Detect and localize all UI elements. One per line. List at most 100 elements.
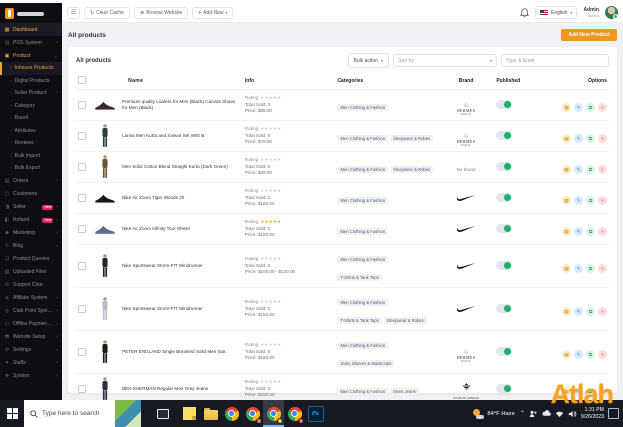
edit-button[interactable]: ✎ <box>574 134 583 143</box>
delete-button[interactable]: × <box>598 227 607 236</box>
tray-chevron-up-icon[interactable]: ⌃ <box>520 411 525 417</box>
published-toggle[interactable] <box>496 193 513 202</box>
barcode-button[interactable]: ▦ <box>562 264 571 273</box>
sidebar-item-seller-product[interactable]: - Seller Product › <box>0 87 62 100</box>
published-toggle[interactable] <box>496 100 513 109</box>
avatar[interactable] <box>605 6 618 19</box>
barcode-button[interactable]: ▦ <box>562 227 571 236</box>
delete-button[interactable]: × <box>598 196 607 205</box>
sidebar-item-product[interactable]: ▣ Product ⌄ <box>0 49 62 62</box>
taskbar-search[interactable]: Type here to search <box>24 400 141 427</box>
people-icon[interactable] <box>529 409 538 418</box>
barcode-button[interactable]: ▦ <box>562 307 571 316</box>
sidebar-item-uploaded-files[interactable]: ▨ Uploaded Files <box>0 266 62 279</box>
delete-button[interactable]: × <box>598 134 607 143</box>
browse-website-button[interactable]: ⊕ Browse Website <box>134 6 189 19</box>
sidebar-item-website-setup[interactable]: ⬒ Website Setup › <box>0 331 62 344</box>
chrome-alert-icon[interactable]: A <box>284 400 305 427</box>
edit-button[interactable]: ✎ <box>574 103 583 112</box>
edit-button[interactable]: ✎ <box>574 196 583 205</box>
edit-button[interactable]: ✎ <box>574 307 583 316</box>
barcode-button[interactable]: ▦ <box>562 165 571 174</box>
duplicate-button[interactable]: ⧉ <box>586 264 595 273</box>
sidebar-item-dashboard[interactable]: ▦ Dashboard <box>0 23 62 36</box>
sidebar-item-reviews[interactable]: - Reviews <box>0 137 62 150</box>
sidebar-item-blog[interactable]: ✎ Blog › <box>0 240 62 253</box>
published-toggle[interactable] <box>496 224 513 233</box>
sidebar-item-support-chat[interactable]: ✉ Support Chat <box>0 279 62 292</box>
published-toggle[interactable] <box>496 304 513 313</box>
clear-cache-button[interactable]: ↻ Clear Cache <box>84 6 130 19</box>
edit-button[interactable]: ✎ <box>574 350 583 359</box>
sidebar-item-club-point-system[interactable]: ◎ Club Point System › <box>0 305 62 318</box>
published-toggle[interactable] <box>496 162 513 171</box>
sidebar-item-marketing[interactable]: ◆ Marketing › <box>0 227 62 240</box>
duplicate-button[interactable]: ⧉ <box>586 196 595 205</box>
sidebar-item-inhouse-products[interactable]: - Inhouse Products <box>0 62 62 75</box>
sidebar-item-digital-products[interactable]: - Digital Products <box>0 75 62 88</box>
barcode-button[interactable]: ▦ <box>562 350 571 359</box>
sidebar-item-pos-system[interactable]: ▥ POS System › <box>0 36 62 49</box>
network-wifi-icon[interactable] <box>555 409 564 418</box>
row-checkbox[interactable] <box>78 385 86 393</box>
row-checkbox[interactable] <box>78 101 86 109</box>
notifications-bell-icon[interactable] <box>520 7 529 18</box>
add-new-button[interactable]: + Add New ▾ <box>192 6 234 19</box>
delete-button[interactable]: × <box>598 307 607 316</box>
edit-button[interactable]: ✎ <box>574 264 583 273</box>
row-checkbox[interactable] <box>78 194 86 202</box>
task-view-button[interactable] <box>153 400 173 427</box>
barcode-button[interactable]: ▦ <box>562 103 571 112</box>
duplicate-button[interactable]: ⧉ <box>586 227 595 236</box>
sidebar-item-category[interactable]: - Category <box>0 100 62 113</box>
sidebar-item-offline-payment-system[interactable]: ▭Offline Payment System› <box>0 318 62 331</box>
bing-daily-image[interactable] <box>115 400 141 427</box>
delete-button[interactable]: × <box>598 165 607 174</box>
onedrive-cloud-icon[interactable] <box>542 409 551 418</box>
start-button[interactable] <box>0 400 24 427</box>
app-logo[interactable] <box>0 3 62 23</box>
sidebar-item-orders[interactable]: ▤ Orders › <box>0 175 62 188</box>
delete-button[interactable]: × <box>598 103 607 112</box>
chrome-icon[interactable] <box>221 400 242 427</box>
barcode-button[interactable]: ▦ <box>562 196 571 205</box>
delete-button[interactable]: × <box>598 350 607 359</box>
duplicate-button[interactable]: ⧉ <box>586 165 595 174</box>
edit-button[interactable]: ✎ <box>574 227 583 236</box>
row-checkbox[interactable] <box>78 262 86 270</box>
duplicate-button[interactable]: ⧉ <box>586 350 595 359</box>
published-toggle[interactable] <box>496 261 513 270</box>
duplicate-button[interactable]: ⧉ <box>586 103 595 112</box>
sidebar-item-customers[interactable]: ▢ Customers <box>0 188 62 201</box>
sidebar-item-attributes[interactable]: - Attributes <box>0 125 62 138</box>
file-explorer-icon[interactable] <box>200 400 221 427</box>
volume-icon[interactable] <box>568 409 577 418</box>
row-checkbox[interactable] <box>78 225 86 233</box>
barcode-button[interactable]: ▦ <box>562 134 571 143</box>
sort-by-select[interactable]: Sort by ▾ <box>393 54 497 67</box>
language-selector[interactable]: English ▾ <box>535 6 578 19</box>
chrome-profile-icon[interactable] <box>242 400 263 427</box>
duplicate-button[interactable]: ⧉ <box>586 134 595 143</box>
bulk-action-dropdown[interactable]: Bulk action ▾ <box>347 53 389 68</box>
sidebar-item-bulk-export[interactable]: - Bulk Export <box>0 162 62 175</box>
sidebar-item-settings[interactable]: ⚙ Settings › <box>0 344 62 357</box>
sidebar-item-product-queries[interactable]: ❑ Product Queries <box>0 253 62 266</box>
row-checkbox[interactable] <box>78 132 86 140</box>
sidebar-item-seller[interactable]: ◨ Seller New › <box>0 201 62 214</box>
select-all-checkbox[interactable] <box>78 76 86 84</box>
add-new-product-button[interactable]: Add New Product <box>561 29 617 41</box>
row-checkbox[interactable] <box>78 163 86 171</box>
sidebar-item-staffs[interactable]: ✦ Staffs › <box>0 357 62 370</box>
row-checkbox[interactable] <box>78 305 86 313</box>
sidebar-toggle-button[interactable]: ☰ <box>67 6 80 19</box>
published-toggle[interactable] <box>496 131 513 140</box>
chrome-active-icon[interactable]: 6 <box>263 400 284 427</box>
sidebar-item-refund[interactable]: ◧ Refund New › <box>0 214 62 227</box>
sidebar-item-bulk-import[interactable]: - Bulk Import <box>0 150 62 163</box>
search-input[interactable] <box>501 54 609 67</box>
published-toggle[interactable] <box>496 384 513 393</box>
edit-button[interactable]: ✎ <box>574 165 583 174</box>
sticky-notes-icon[interactable] <box>179 400 200 427</box>
row-checkbox[interactable] <box>78 348 86 356</box>
